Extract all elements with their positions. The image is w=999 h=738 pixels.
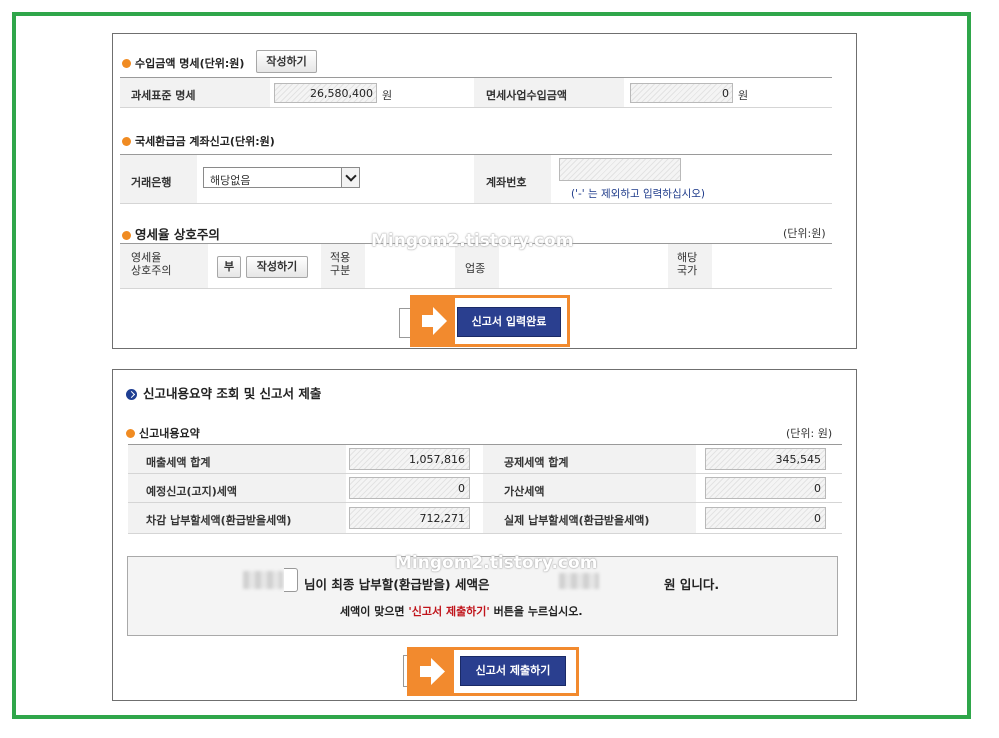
orange-bullet-icon	[122, 230, 131, 240]
arrow-circle-icon	[126, 388, 137, 400]
income-section-unit: (단위:원)	[199, 57, 245, 70]
apply-type-label: 적용 구분	[330, 251, 350, 277]
country-label-line2: 국가	[677, 264, 698, 277]
summary-row2-right-value: 0	[814, 482, 821, 495]
income-write-button[interactable]: 작성하기	[256, 50, 317, 73]
arrow-right-icon	[413, 298, 455, 344]
summary-row1-left-label: 매출세액 합계	[146, 456, 211, 469]
watermark-text: Mingom2.tistory.com	[371, 231, 574, 251]
apply-type-label-line2: 구분	[330, 264, 351, 277]
zero-rate-value-no[interactable]: 부	[217, 256, 241, 278]
refund-section-header: 국세환급금 계좌신고(단위:원)	[122, 133, 275, 149]
exempt-unit: 원	[738, 89, 749, 102]
summary-panel: 신고내용요약 조회 및 신고서 제출 신고내용요약 (단위: 원) 매출세액 합…	[112, 369, 857, 701]
arrow-right-icon-svg	[422, 307, 447, 335]
summary-row1-left-value: 1,057,816	[409, 453, 465, 466]
notice-text: 세액이 맞으면 '신고서 제출하기' 버튼을 누르십시오.	[340, 603, 583, 619]
submit-final-button[interactable]: 신고서 제출하기	[460, 656, 566, 686]
zero-section-header: 영세율 상호주의	[122, 224, 220, 243]
refund-section-title: 국세환급금 계좌신고	[135, 135, 230, 148]
summary-row1-right-value: 345,545	[775, 453, 822, 466]
summary-sub-title: 신고내용요약	[139, 427, 200, 440]
zero-section-title: 영세율 상호주의	[135, 227, 220, 242]
country-label-line1: 해당	[677, 251, 698, 264]
summary-row1-right-label: 공제세액 합계	[504, 456, 569, 469]
country-label: 해당 국가	[677, 251, 697, 277]
bank-selected-text: 해당없음	[210, 174, 251, 187]
chevron-down-icon[interactable]	[341, 168, 359, 187]
orange-bullet-icon	[126, 428, 135, 438]
watermark-text: Mingom2.tistory.com	[395, 553, 598, 573]
summary-row2-right-label: 가산세액	[504, 485, 545, 498]
summary-section-title: 신고내용요약 조회 및 신고서 제출	[143, 386, 322, 401]
row-divider	[128, 502, 842, 503]
summary-row3-left-label: 차감 납부할세액(환급받을세액)	[146, 514, 292, 527]
exempt-value: 0	[722, 87, 729, 100]
apply-type-label-line1: 적용	[330, 251, 351, 264]
row-divider	[120, 107, 832, 108]
refund-section-unit: (단위:원)	[229, 135, 275, 148]
zero-section-unit: (단위:원)	[783, 227, 826, 240]
income-section-title: 수입금액 명세	[135, 57, 200, 70]
exempt-label: 면세사업수입금액	[486, 89, 567, 102]
orange-bullet-icon	[122, 136, 131, 146]
zero-rate-label: 영세율 상호주의	[131, 251, 171, 277]
industry-label: 업종	[465, 262, 486, 275]
row-divider	[120, 288, 832, 289]
zero-write-button[interactable]: 작성하기	[246, 256, 308, 278]
notice-post: 버튼을 누르십시오.	[489, 605, 583, 618]
summary-unit: (단위: 원)	[786, 427, 833, 440]
tax-base-value: 26,580,400	[310, 87, 373, 100]
notice-highlight: '신고서 제출하기'	[408, 605, 490, 618]
summary-sub-header: 신고내용요약	[126, 425, 200, 441]
redacted-name	[243, 571, 283, 589]
summary-row2-left-label: 예정신고(고지)세액	[146, 485, 238, 498]
bank-label: 거래은행	[131, 176, 172, 189]
arrow-right-icon	[410, 650, 454, 693]
input-edge	[284, 568, 298, 592]
row-divider	[128, 473, 842, 474]
zero-rate-label-line2: 상호주의	[131, 264, 172, 277]
redacted-amount	[559, 573, 599, 589]
notice-pre: 세액이 맞으면	[340, 605, 409, 618]
tax-base-unit: 원	[382, 89, 393, 102]
row-divider	[128, 533, 842, 534]
summary-row3-left-value: 712,271	[419, 512, 466, 525]
final-message-mid: 님이 최종 납부할(환급받을) 세액은	[304, 577, 490, 592]
summary-row3-right-label: 실제 납부할세액(환급받을세액)	[504, 514, 650, 527]
bank-select[interactable]: 해당없음	[203, 167, 360, 188]
account-input[interactable]	[559, 158, 681, 181]
summary-section-header: 신고내용요약 조회 및 신고서 제출	[126, 383, 321, 402]
final-message-end: 원 입니다.	[664, 577, 720, 592]
account-hint: ('-' 는 제외하고 입력하십시오)	[571, 188, 706, 200]
summary-row2-left-value: 0	[458, 482, 465, 495]
arrow-right-icon-svg	[420, 658, 445, 685]
row-divider	[120, 203, 832, 204]
summary-row3-right-value: 0	[814, 512, 821, 525]
report-input-panel: 수입금액 명세(단위:원) 작성하기 과세표준 명세 26,580,400 원 …	[112, 33, 857, 349]
account-label: 계좌번호	[486, 176, 527, 189]
tax-base-label: 과세표준 명세	[131, 89, 196, 102]
income-section-header: 수입금액 명세(단위:원)	[122, 55, 244, 71]
zero-rate-label-line1: 영세율	[131, 251, 162, 264]
submit-input-button[interactable]: 신고서 입력완료	[457, 307, 561, 337]
orange-bullet-icon	[122, 58, 131, 68]
